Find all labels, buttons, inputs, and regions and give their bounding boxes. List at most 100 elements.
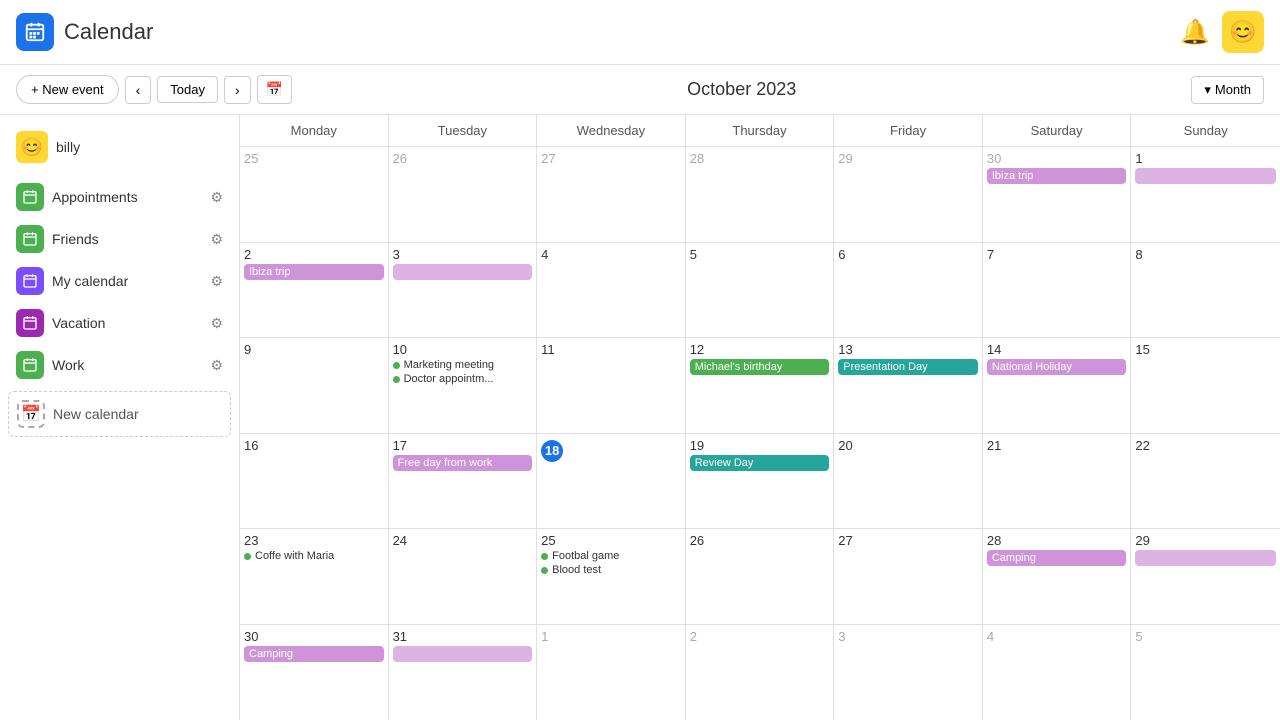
- day-num: 16: [244, 438, 384, 453]
- day-num: 26: [393, 151, 533, 166]
- day-num: 20: [838, 438, 978, 453]
- event-camping-w6[interactable]: Camping: [244, 646, 384, 662]
- event-ibiza-trip-w2[interactable]: Ibiza trip: [244, 264, 384, 280]
- day-num: 27: [838, 533, 978, 548]
- day-oct21[interactable]: 21: [983, 434, 1132, 529]
- day-oct23[interactable]: 23 Coffe with Maria: [240, 529, 389, 624]
- sidebar-item-my-calendar[interactable]: My calendar ⚙: [8, 261, 231, 301]
- week-6: 30 Camping 31 1 2 3 4 5: [240, 625, 1280, 720]
- event-doctor[interactable]: Doctor appointm...: [393, 373, 533, 385]
- day-num: 14: [987, 342, 1127, 357]
- coffee-dot: [244, 553, 251, 560]
- day-sep25[interactable]: 25: [240, 147, 389, 242]
- prev-button[interactable]: ‹: [125, 76, 152, 104]
- day-oct17[interactable]: 17 Free day from work: [389, 434, 538, 529]
- day-oct16[interactable]: 16: [240, 434, 389, 529]
- event-marketing[interactable]: Marketing meeting: [393, 359, 533, 371]
- day-nov4[interactable]: 4: [983, 625, 1132, 720]
- day-oct7[interactable]: 7: [983, 243, 1132, 338]
- day-sep28[interactable]: 28: [686, 147, 835, 242]
- day-oct24[interactable]: 24: [389, 529, 538, 624]
- notification-bell-icon[interactable]: 🔔: [1180, 18, 1210, 47]
- event-michaels-birthday[interactable]: Michael's birthday: [690, 359, 830, 375]
- day-oct18[interactable]: 18: [537, 434, 686, 529]
- day-num: 6: [838, 247, 978, 262]
- day-sep27[interactable]: 27: [537, 147, 686, 242]
- user-avatar[interactable]: 😊: [1222, 11, 1264, 53]
- day-oct2[interactable]: 2 Ibiza trip: [240, 243, 389, 338]
- day-oct8[interactable]: 8: [1131, 243, 1280, 338]
- event-footbal[interactable]: Footbal game: [541, 550, 681, 562]
- event-national-holiday[interactable]: National Holiday: [987, 359, 1127, 375]
- vacation-gear-icon[interactable]: ⚙: [210, 315, 223, 332]
- day-oct5[interactable]: 5: [686, 243, 835, 338]
- day-oct15[interactable]: 15: [1131, 338, 1280, 433]
- day-num: 28: [987, 533, 1127, 548]
- sidebar-item-vacation[interactable]: Vacation ⚙: [8, 303, 231, 343]
- day-sep26[interactable]: 26: [389, 147, 538, 242]
- doctor-label: Doctor appointm...: [404, 373, 494, 385]
- day-num: 7: [987, 247, 1127, 262]
- event-free-day[interactable]: Free day from work: [393, 455, 533, 471]
- event-presentation-day[interactable]: Presentation Day: [838, 359, 978, 375]
- day-nov3[interactable]: 3: [834, 625, 983, 720]
- event-blood-test[interactable]: Blood test: [541, 564, 681, 576]
- day-oct14[interactable]: 14 National Holiday: [983, 338, 1132, 433]
- today-button[interactable]: Today: [157, 76, 218, 103]
- day-oct19[interactable]: 19 Review Day: [686, 434, 835, 529]
- day-oct30[interactable]: 30 Camping: [240, 625, 389, 720]
- event-review-day[interactable]: Review Day: [690, 455, 830, 471]
- day-sep29[interactable]: 29: [834, 147, 983, 242]
- event-camping-w6-cont[interactable]: [393, 646, 533, 662]
- day-nov5[interactable]: 5: [1131, 625, 1280, 720]
- day-oct11[interactable]: 11: [537, 338, 686, 433]
- day-oct26[interactable]: 26: [686, 529, 835, 624]
- friends-cal-icon: [16, 225, 44, 253]
- day-oct25[interactable]: 25 Footbal game Blood test: [537, 529, 686, 624]
- new-calendar-button[interactable]: 📅 New calendar: [8, 391, 231, 437]
- my-calendar-gear-icon[interactable]: ⚙: [210, 273, 223, 290]
- work-gear-icon[interactable]: ⚙: [210, 357, 223, 374]
- sidebar-item-appointments[interactable]: Appointments ⚙: [8, 177, 231, 217]
- footbal-dot: [541, 553, 548, 560]
- day-oct4[interactable]: 4: [537, 243, 686, 338]
- event-ibiza-trip-cont[interactable]: [1135, 168, 1276, 184]
- day-oct22[interactable]: 22: [1131, 434, 1280, 529]
- day-oct12[interactable]: 12 Michael's birthday: [686, 338, 835, 433]
- appointments-cal-icon: [16, 183, 44, 211]
- day-oct27[interactable]: 27: [834, 529, 983, 624]
- day-nov2[interactable]: 2: [686, 625, 835, 720]
- month-view-button[interactable]: ▾ Month: [1191, 76, 1264, 104]
- calendar-picker-button[interactable]: 📅: [257, 75, 292, 104]
- sidebar-item-friends[interactable]: Friends ⚙: [8, 219, 231, 259]
- sidebar-item-work[interactable]: Work ⚙: [8, 345, 231, 385]
- day-oct3[interactable]: 3: [389, 243, 538, 338]
- event-ibiza-trip[interactable]: Ibiza trip: [987, 168, 1127, 184]
- day-oct10[interactable]: 10 Marketing meeting Doctor appointm...: [389, 338, 538, 433]
- event-camping-cont[interactable]: [1135, 550, 1276, 566]
- day-num: 27: [541, 151, 681, 166]
- next-button[interactable]: ›: [224, 76, 251, 104]
- event-ibiza-trip-w2-cont[interactable]: [393, 264, 533, 280]
- day-oct29[interactable]: 29: [1131, 529, 1280, 624]
- today-number: 18: [541, 440, 563, 462]
- new-event-button[interactable]: + New event: [16, 75, 119, 104]
- logo-icon: [16, 13, 54, 51]
- new-calendar-icon: 📅: [17, 400, 45, 428]
- header-thursday: Thursday: [686, 115, 835, 146]
- friends-gear-icon[interactable]: ⚙: [210, 231, 223, 248]
- appointments-gear-icon[interactable]: ⚙: [210, 189, 223, 206]
- day-nov1[interactable]: 1: [537, 625, 686, 720]
- day-oct13[interactable]: 13 Presentation Day: [834, 338, 983, 433]
- day-oct20[interactable]: 20: [834, 434, 983, 529]
- day-oct9[interactable]: 9: [240, 338, 389, 433]
- event-coffee[interactable]: Coffe with Maria: [244, 550, 384, 562]
- day-oct28[interactable]: 28 Camping: [983, 529, 1132, 624]
- day-sep30[interactable]: 30 Ibiza trip: [983, 147, 1132, 242]
- event-camping-w5[interactable]: Camping: [987, 550, 1127, 566]
- day-oct1[interactable]: 1: [1131, 147, 1280, 242]
- day-oct31[interactable]: 31: [389, 625, 538, 720]
- day-oct6[interactable]: 6: [834, 243, 983, 338]
- main-layout: 😊 billy Appointments ⚙ Friends ⚙: [0, 115, 1280, 720]
- day-num: 1: [541, 629, 681, 644]
